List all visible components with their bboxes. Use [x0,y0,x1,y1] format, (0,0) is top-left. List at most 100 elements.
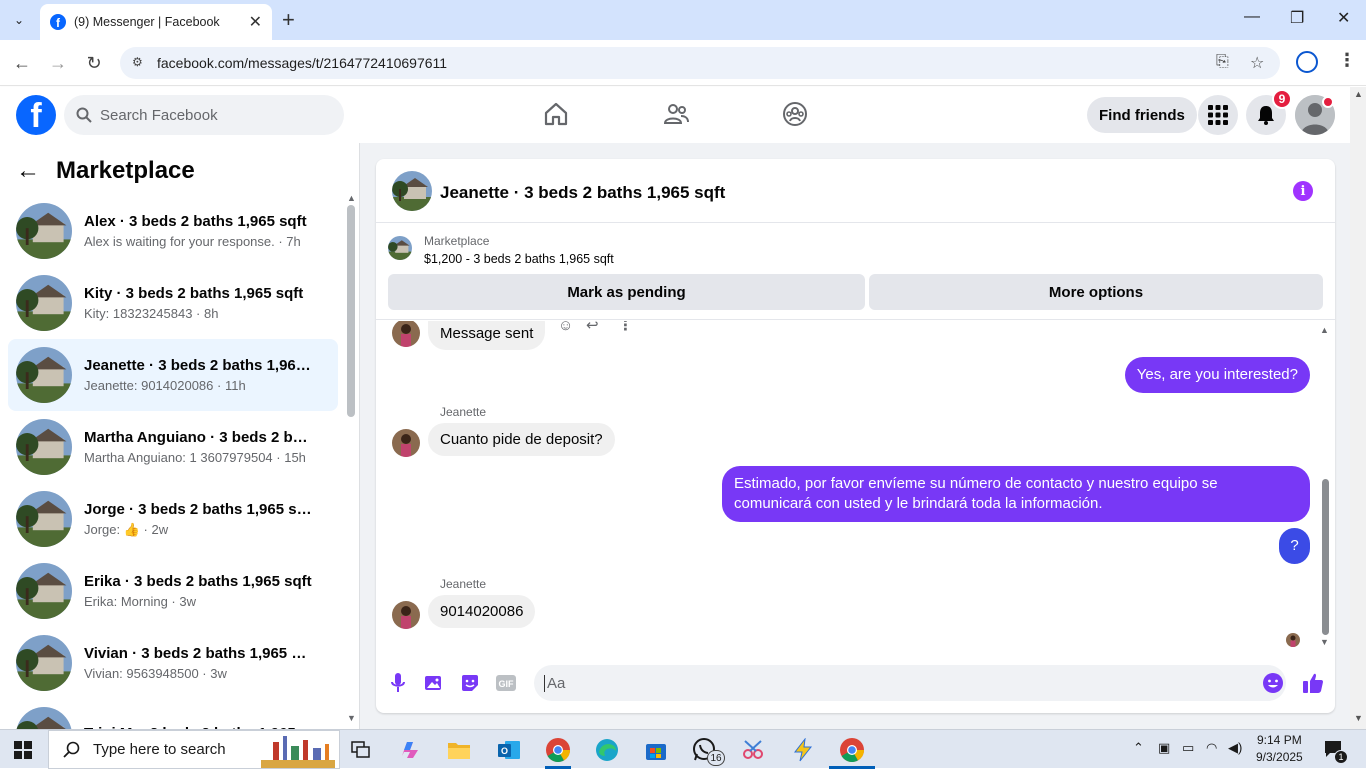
browser-menu-icon[interactable]: ⋮ [1338,50,1356,71]
thumbs-up-icon[interactable] [1301,671,1325,695]
react-emoji-icon[interactable]: ☺ [558,321,573,334]
chat-title[interactable]: Jeanette · 3 beds 2 baths 1,965 sqft [440,183,725,203]
taskbar-search[interactable]: Type here to search [48,730,340,769]
svg-text:O: O [501,746,508,756]
conversation-item[interactable]: Jeanette · 3 beds 2 baths 1,965 s... Jean… [8,339,338,411]
clock-time: 9:14 PM [1257,733,1302,747]
photo-icon[interactable] [422,671,446,695]
message-thread: Message sent ☺ ↩ ⋮ Yes, are you interest… [376,321,1335,651]
back-icon[interactable]: ← [10,52,34,74]
microphone-icon[interactable] [386,671,410,695]
edge-icon[interactable] [593,736,621,764]
jeanette-avatar[interactable] [392,321,420,347]
listing-thumbnail[interactable] [388,236,412,260]
reload-icon[interactable]: ↻ [82,52,106,74]
restore-icon[interactable]: ❐ [1290,8,1304,28]
conversation-item[interactable]: Erika · 3 beds 2 baths 1,965 sqft Erika: … [8,555,338,627]
install-app-icon[interactable]: ⎘ [1216,53,1229,71]
browser-profile-icon[interactable] [1296,51,1318,73]
browser-toolbar: ← → ↻ ⚙ facebook.com/messages/t/21647724… [0,40,1366,86]
outgoing-message: ? [1279,528,1310,564]
groups-icon[interactable] [780,99,810,129]
minimize-icon[interactable]: — [1244,8,1260,26]
incoming-message: 9014020086 [428,595,536,628]
conversation-name: Martha Anguiano · 3 beds 2 bat... [84,429,314,446]
message-input[interactable] [544,674,1224,692]
file-explorer-icon[interactable] [445,736,473,764]
chat-scroll-up-icon[interactable]: ▲ [1320,325,1329,335]
chat-scroll-down-icon[interactable]: ▼ [1320,637,1329,647]
listing-thumbnail [16,347,72,403]
tab-search-dropdown-icon[interactable]: ⌄ [6,7,32,33]
listing-thumbnail [16,491,72,547]
copilot-icon[interactable] [396,736,424,764]
sender-name: Jeanette [440,577,487,591]
conversation-name: Vivian · 3 beds 2 baths 1,965 sqft [84,645,314,662]
new-tab-icon[interactable]: + [282,8,295,32]
power-automate-icon[interactable] [789,736,817,764]
info-icon[interactable]: i [1293,181,1313,201]
conversation-item[interactable]: Kity · 3 beds 2 baths 1,965 sqft Kity: 18… [8,267,338,339]
system-clock[interactable]: 9:14 PM 9/3/2025 [1256,732,1303,766]
message-input-box[interactable] [534,665,1286,701]
show-hidden-icons-icon[interactable]: ⌃ [1133,740,1144,756]
microsoft-store-icon[interactable] [642,736,670,764]
marketplace-sidebar: ← Marketplace Alex · 3 beds 2 baths 1,96… [0,143,360,729]
message-composer: GIF [376,659,1335,709]
windows-start-icon[interactable] [14,741,32,759]
conversation-item[interactable]: Alex · 3 beds 2 baths 1,965 sqft Alex is … [8,195,338,267]
chat-house-thumbnail[interactable] [392,171,432,211]
back-arrow-icon[interactable]: ← [16,157,46,185]
jeanette-avatar[interactable] [392,429,420,457]
snipping-tool-icon[interactable] [740,736,768,764]
outgoing-message: Estimado, por favor envíeme su número de… [722,466,1310,522]
forward-icon[interactable]: → [46,52,70,74]
bookmark-star-icon[interactable]: ☆ [1250,53,1264,73]
outlook-icon[interactable]: O [495,736,523,764]
wifi-icon[interactable]: ◠ [1206,740,1217,756]
facebook-search[interactable] [64,95,344,135]
emoji-icon[interactable] [1261,671,1285,695]
account-alert-dot [1322,96,1334,108]
more-options-button[interactable]: More options [869,274,1323,310]
conversation-item[interactable]: Trini M. · 3 beds 2 baths 1,965 sqft [8,699,338,729]
mark-as-pending-button[interactable]: Mark as pending [388,274,865,310]
page-scrollbar[interactable]: ▲ ▼ [1350,87,1366,729]
sticker-icon[interactable] [458,671,482,695]
chat-scrollbar[interactable] [1322,479,1329,635]
battery-icon[interactable]: ▭ [1182,740,1194,756]
scroll-up-arrow-icon[interactable]: ▲ [347,193,356,203]
address-bar[interactable]: ⚙ facebook.com/messages/t/21647724106976… [120,47,1280,79]
volume-icon[interactable]: ◀) [1228,740,1242,756]
sidebar-header: ← Marketplace [16,157,195,185]
facebook-header: f Find friends 9 [0,87,1350,143]
reply-icon[interactable]: ↩ [586,321,599,334]
menu-grid-icon[interactable] [1198,95,1238,135]
conversation-item[interactable]: Martha Anguiano · 3 beds 2 bat... Martha … [8,411,338,483]
tab-title: (9) Messenger | Facebook [74,15,220,29]
home-icon[interactable] [541,99,571,129]
sidebar-scrollbar[interactable] [347,205,355,417]
page-scroll-up-icon[interactable]: ▲ [1354,89,1363,99]
friends-icon[interactable] [661,99,691,129]
find-friends-button[interactable]: Find friends [1087,97,1197,133]
more-actions-icon[interactable]: ⋮ [618,321,633,334]
listing-price[interactable]: $1,200 - 3 beds 2 baths 1,965 sqft [424,252,614,266]
conversation-item[interactable]: Vivian · 3 beds 2 baths 1,965 sqft Vivian… [8,627,338,699]
facebook-logo-icon[interactable]: f [16,95,56,135]
search-input[interactable] [100,106,320,124]
jeanette-avatar[interactable] [392,601,420,629]
conversation-item[interactable]: Jorge · 3 beds 2 baths 1,965 sqft Jorge: … [8,483,338,555]
scroll-down-arrow-icon[interactable]: ▼ [347,713,356,723]
chrome-active-icon[interactable] [838,736,866,764]
meet-now-icon[interactable]: ▣ [1158,740,1170,756]
page-scroll-down-icon[interactable]: ▼ [1354,713,1363,723]
url-text: facebook.com/messages/t/2164772410697611 [157,55,448,71]
close-window-icon[interactable]: ✕ [1337,8,1350,28]
site-info-icon[interactable]: ⚙ [132,55,148,71]
close-tab-icon[interactable]: ✕ [249,12,262,32]
chrome-icon[interactable] [544,736,572,764]
browser-tab-active[interactable]: f (9) Messenger | Facebook ✕ [40,4,272,40]
gif-icon[interactable]: GIF [494,671,518,695]
task-view-icon[interactable] [347,736,375,764]
